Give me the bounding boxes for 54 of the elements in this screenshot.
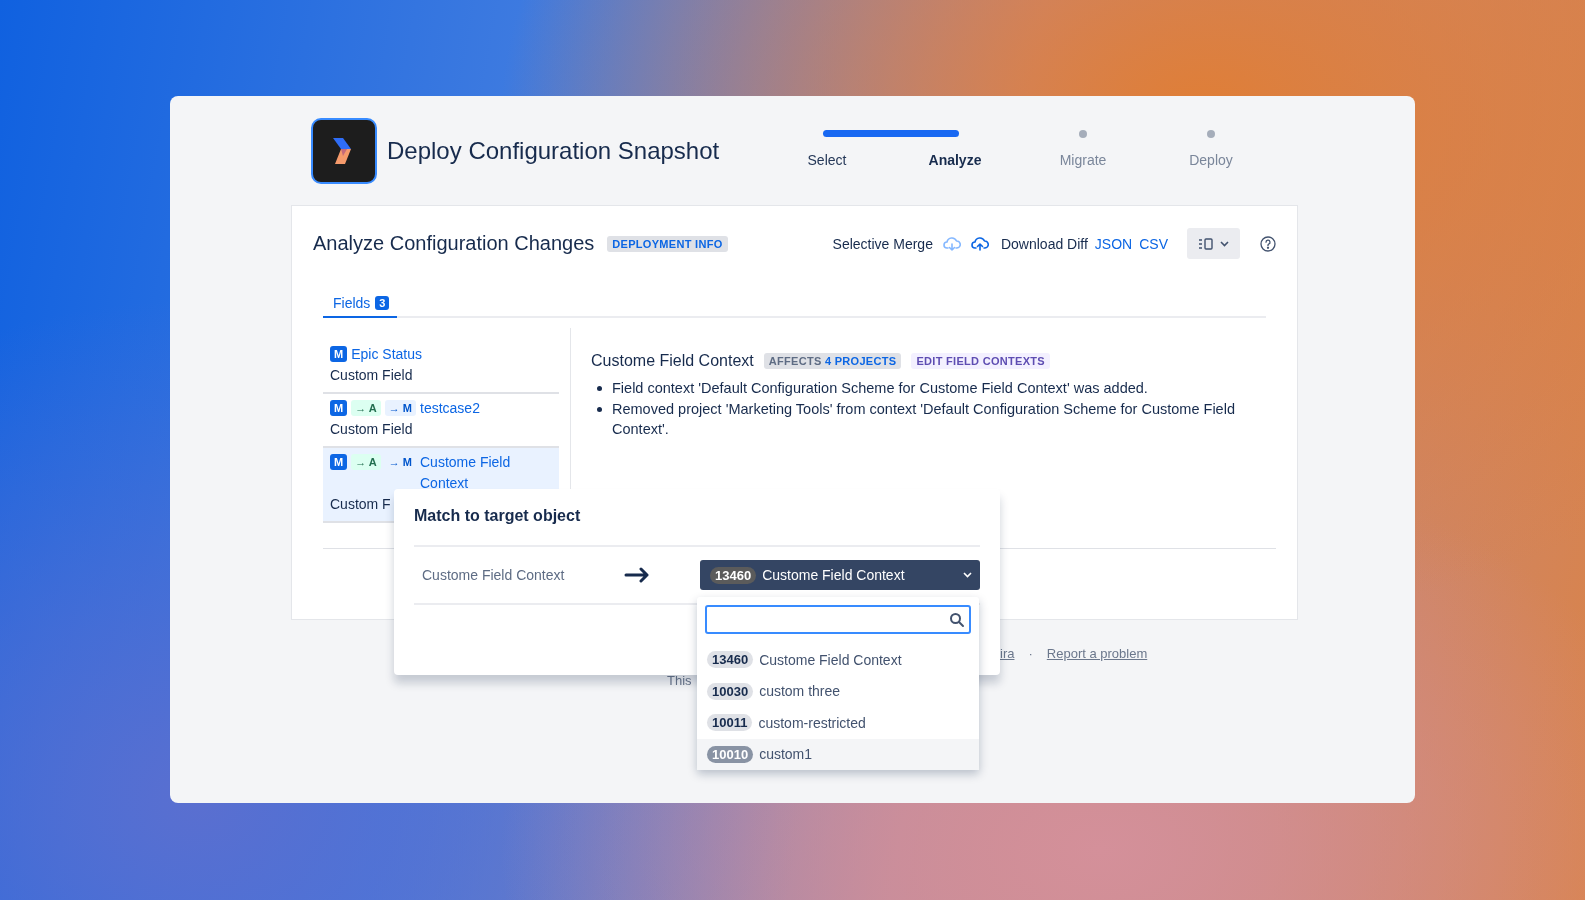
- field-type: Custom Field: [330, 367, 413, 383]
- option-item[interactable]: 10011 custom-restricted: [697, 707, 979, 739]
- step-label: Deploy: [1189, 152, 1233, 168]
- search-field[interactable]: [705, 605, 971, 634]
- detail-title: Custome Field Context: [591, 352, 754, 370]
- cloud-upload-icon[interactable]: [970, 236, 989, 251]
- selective-merge-label: Selective Merge: [832, 235, 933, 252]
- bullet-icon: [597, 406, 602, 412]
- footer-separator: ·: [1028, 646, 1033, 661]
- option-item[interactable]: 10030 custom three: [697, 675, 979, 707]
- change-tag: → M: [384, 400, 416, 416]
- change-text: Removed project 'Marketing Tools' from context 'Default Configuration Scheme for Custome Field Context'.: [612, 399, 1236, 439]
- download-diff-label: Download Diff: [1000, 235, 1088, 252]
- popup-title: Match to target object: [414, 507, 980, 547]
- change-tag: → A: [351, 400, 381, 416]
- field-list-item[interactable]: M Epic Status Custom Field: [323, 340, 559, 394]
- download-link[interactable]: JSON: [1094, 235, 1133, 252]
- step-label: Analyze: [928, 152, 982, 168]
- help-icon[interactable]: [1260, 235, 1276, 252]
- footer-note: This: [667, 673, 692, 688]
- option-item[interactable]: 10010 custom1: [697, 738, 979, 770]
- change-tag: M: [330, 346, 348, 362]
- bullet-icon: [597, 386, 602, 391]
- logo-icon: [311, 118, 377, 184]
- chevron-down-icon: [1220, 240, 1229, 247]
- step-label: Select: [807, 152, 847, 168]
- option-item[interactable]: 13460 Custome Field Context: [697, 644, 979, 676]
- fields-tab[interactable]: Fields 3: [323, 295, 398, 318]
- affects-badge: AFFECTS 4 PROJECTS: [763, 353, 902, 369]
- field-name: Epic Status: [351, 345, 422, 364]
- chevron-down-icon: [963, 572, 972, 578]
- download-link[interactable]: CSV: [1139, 235, 1168, 252]
- edit-contexts-badge[interactable]: EDIT FIELD CONTEXTS: [911, 353, 1050, 369]
- change-tag: → A: [351, 454, 381, 470]
- field-name: Custome Field Context: [420, 453, 512, 493]
- source-name: Custome Field Context: [421, 567, 566, 583]
- footer-link[interactable]: ira: [1000, 646, 1015, 661]
- field-type: Custom F: [330, 496, 391, 512]
- field-type: Custom Field: [330, 421, 413, 437]
- view-toggle-button[interactable]: [1187, 228, 1240, 259]
- deployment-info-badge[interactable]: DEPLOYMENT INFO: [607, 235, 728, 252]
- target-select[interactable]: 13460 Custome Field Context: [700, 560, 980, 590]
- change-tag: M: [330, 454, 348, 470]
- arrow-right-icon: [624, 567, 650, 583]
- list-layout-icon: [1198, 237, 1214, 250]
- change-text: Field context 'Default Configuration Scheme for Custome Field Context' was added.: [612, 379, 1148, 398]
- report-problem-link[interactable]: Report a problem: [1046, 646, 1148, 661]
- step-label: Migrate: [1059, 152, 1107, 168]
- app-title: Deploy Configuration Snapshot: [387, 136, 721, 166]
- change-tag: M: [330, 400, 348, 416]
- search-icon: [949, 611, 965, 628]
- field-name: testcase2: [420, 399, 480, 418]
- panel-title: Analyze Configuration Changes: [313, 232, 595, 255]
- count-badge: 3: [375, 296, 390, 310]
